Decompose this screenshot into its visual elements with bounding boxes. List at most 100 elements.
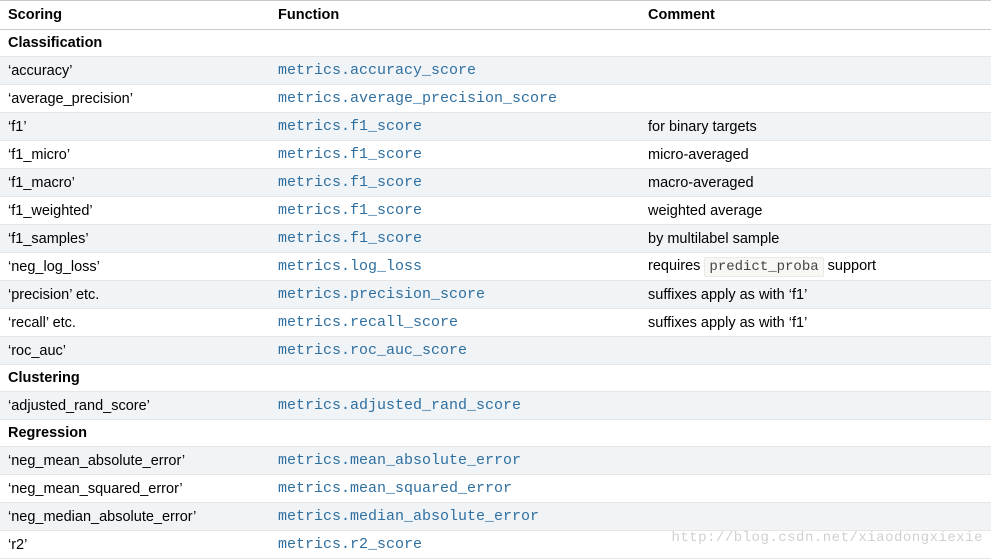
scoring-label: ‘f1’	[8, 119, 27, 135]
scoring-cell: ‘f1_samples’	[0, 225, 270, 253]
scoring-cell: ‘f1_weighted’	[0, 197, 270, 225]
scoring-cell: ‘f1_micro’	[0, 141, 270, 169]
scoring-label: ‘precision’ etc.	[8, 287, 99, 303]
function-cell: metrics.recall_score	[270, 309, 640, 337]
table-row: ‘neg_log_loss’ metrics.log_loss requires p…	[0, 253, 991, 281]
inline-code: predict_proba	[704, 257, 823, 277]
comment-text: macro-averaged	[648, 175, 754, 191]
comment-text: suffixes apply as with ‘f1’	[648, 315, 807, 331]
scoring-table: Scoring Function Comment Classification‘…	[0, 0, 991, 559]
function-link[interactable]: metrics.median_absolute_error	[278, 508, 539, 525]
function-link[interactable]: metrics.r2_score	[278, 536, 422, 553]
comment-cell: for binary targets	[640, 113, 991, 141]
function-cell: metrics.adjusted_rand_score	[270, 392, 640, 420]
function-link[interactable]: metrics.mean_squared_error	[278, 480, 512, 497]
section-header: Classification	[0, 30, 991, 57]
comment-cell: weighted average	[640, 197, 991, 225]
table-row: ‘recall’ etc. metrics.recall_score suffixe…	[0, 309, 991, 337]
scoring-label: ‘accuracy’	[8, 63, 72, 79]
comment-cell: requires predict_proba support	[640, 253, 991, 281]
scoring-label: ‘neg_mean_squared_error’	[8, 481, 183, 497]
scoring-label: ‘roc_auc’	[8, 343, 66, 359]
function-link[interactable]: metrics.mean_absolute_error	[278, 452, 521, 469]
function-cell: metrics.f1_score	[270, 197, 640, 225]
function-cell: metrics.f1_score	[270, 169, 640, 197]
scoring-label: ‘f1_samples’	[8, 231, 89, 247]
function-link[interactable]: metrics.f1_score	[278, 202, 422, 219]
function-link[interactable]: metrics.adjusted_rand_score	[278, 397, 521, 414]
function-cell: metrics.precision_score	[270, 281, 640, 309]
function-link[interactable]: metrics.log_loss	[278, 258, 422, 275]
function-cell: metrics.roc_auc_score	[270, 337, 640, 365]
comment-text: requires	[648, 258, 704, 274]
header-row: Scoring Function Comment	[0, 1, 991, 30]
function-cell: metrics.f1_score	[270, 113, 640, 141]
function-link[interactable]: metrics.f1_score	[278, 230, 422, 247]
table-row: ‘f1’ metrics.f1_score for binary targets	[0, 113, 991, 141]
scoring-label: ‘f1_micro’	[8, 147, 70, 163]
function-link[interactable]: metrics.recall_score	[278, 314, 458, 331]
scoring-cell: ‘f1_macro’	[0, 169, 270, 197]
function-cell: metrics.log_loss	[270, 253, 640, 281]
table-row: ‘neg_median_absolute_error’ metrics.media…	[0, 503, 991, 531]
scoring-cell: ‘precision’ etc.	[0, 281, 270, 309]
header-comment: Comment	[640, 1, 991, 30]
scoring-cell: ‘average_precision’	[0, 85, 270, 113]
function-link[interactable]: metrics.roc_auc_score	[278, 342, 467, 359]
function-link[interactable]: metrics.f1_score	[278, 146, 422, 163]
comment-cell	[640, 392, 991, 420]
function-link[interactable]: metrics.f1_score	[278, 174, 422, 191]
section-title: Clustering	[0, 365, 991, 392]
scoring-cell: ‘recall’ etc.	[0, 309, 270, 337]
function-cell: metrics.r2_score	[270, 531, 640, 559]
function-link[interactable]: metrics.accuracy_score	[278, 62, 476, 79]
scoring-label: ‘neg_mean_absolute_error’	[8, 453, 185, 469]
comment-cell	[640, 447, 991, 475]
function-cell: metrics.mean_squared_error	[270, 475, 640, 503]
scoring-label: ‘f1_macro’	[8, 175, 75, 191]
comment-cell: suffixes apply as with ‘f1’	[640, 281, 991, 309]
function-link[interactable]: metrics.average_precision_score	[278, 90, 557, 107]
table-row: ‘f1_weighted’ metrics.f1_score weighted av…	[0, 197, 991, 225]
header-function: Function	[270, 1, 640, 30]
scoring-cell: ‘neg_mean_squared_error’	[0, 475, 270, 503]
section-header: Regression	[0, 420, 991, 447]
function-cell: metrics.average_precision_score	[270, 85, 640, 113]
function-cell: metrics.median_absolute_error	[270, 503, 640, 531]
scoring-cell: ‘adjusted_rand_score’	[0, 392, 270, 420]
function-cell: metrics.mean_absolute_error	[270, 447, 640, 475]
table-row: ‘average_precision’ metrics.average_preci…	[0, 85, 991, 113]
table-row: ‘f1_samples’ metrics.f1_score by multilabe…	[0, 225, 991, 253]
table-row: ‘neg_mean_squared_error’ metrics.mean_squ…	[0, 475, 991, 503]
function-link[interactable]: metrics.f1_score	[278, 118, 422, 135]
table-row: ‘f1_micro’ metrics.f1_score micro-averaged	[0, 141, 991, 169]
scoring-cell: ‘neg_median_absolute_error’	[0, 503, 270, 531]
function-cell: metrics.f1_score	[270, 141, 640, 169]
scoring-label: ‘f1_weighted’	[8, 203, 93, 219]
table-row: ‘r2’ metrics.r2_score	[0, 531, 991, 559]
comment-cell	[640, 337, 991, 365]
function-link[interactable]: metrics.precision_score	[278, 286, 485, 303]
comment-cell: macro-averaged	[640, 169, 991, 197]
comment-cell: micro-averaged	[640, 141, 991, 169]
table-row: ‘adjusted_rand_score’ metrics.adjusted_ra…	[0, 392, 991, 420]
scoring-label: ‘recall’ etc.	[8, 315, 76, 331]
comment-cell	[640, 57, 991, 85]
header-scoring: Scoring	[0, 1, 270, 30]
table-row: ‘neg_mean_absolute_error’ metrics.mean_ab…	[0, 447, 991, 475]
comment-cell	[640, 531, 991, 559]
comment-text: weighted average	[648, 203, 762, 219]
scoring-label: ‘neg_median_absolute_error’	[8, 509, 196, 525]
section-title: Regression	[0, 420, 991, 447]
table-row: ‘precision’ etc. metrics.precision_score s…	[0, 281, 991, 309]
scoring-cell: ‘accuracy’	[0, 57, 270, 85]
table-row: ‘f1_macro’ metrics.f1_score macro-averaged	[0, 169, 991, 197]
comment-text: suffixes apply as with ‘f1’	[648, 287, 807, 303]
scoring-label: ‘adjusted_rand_score’	[8, 398, 150, 414]
scoring-label: ‘neg_log_loss’	[8, 259, 100, 275]
scoring-label: ‘r2’	[8, 537, 27, 553]
comment-text: by multilabel sample	[648, 231, 779, 247]
comment-text: support	[824, 258, 876, 274]
section-header: Clustering	[0, 365, 991, 392]
table-row: ‘accuracy’ metrics.accuracy_score	[0, 57, 991, 85]
